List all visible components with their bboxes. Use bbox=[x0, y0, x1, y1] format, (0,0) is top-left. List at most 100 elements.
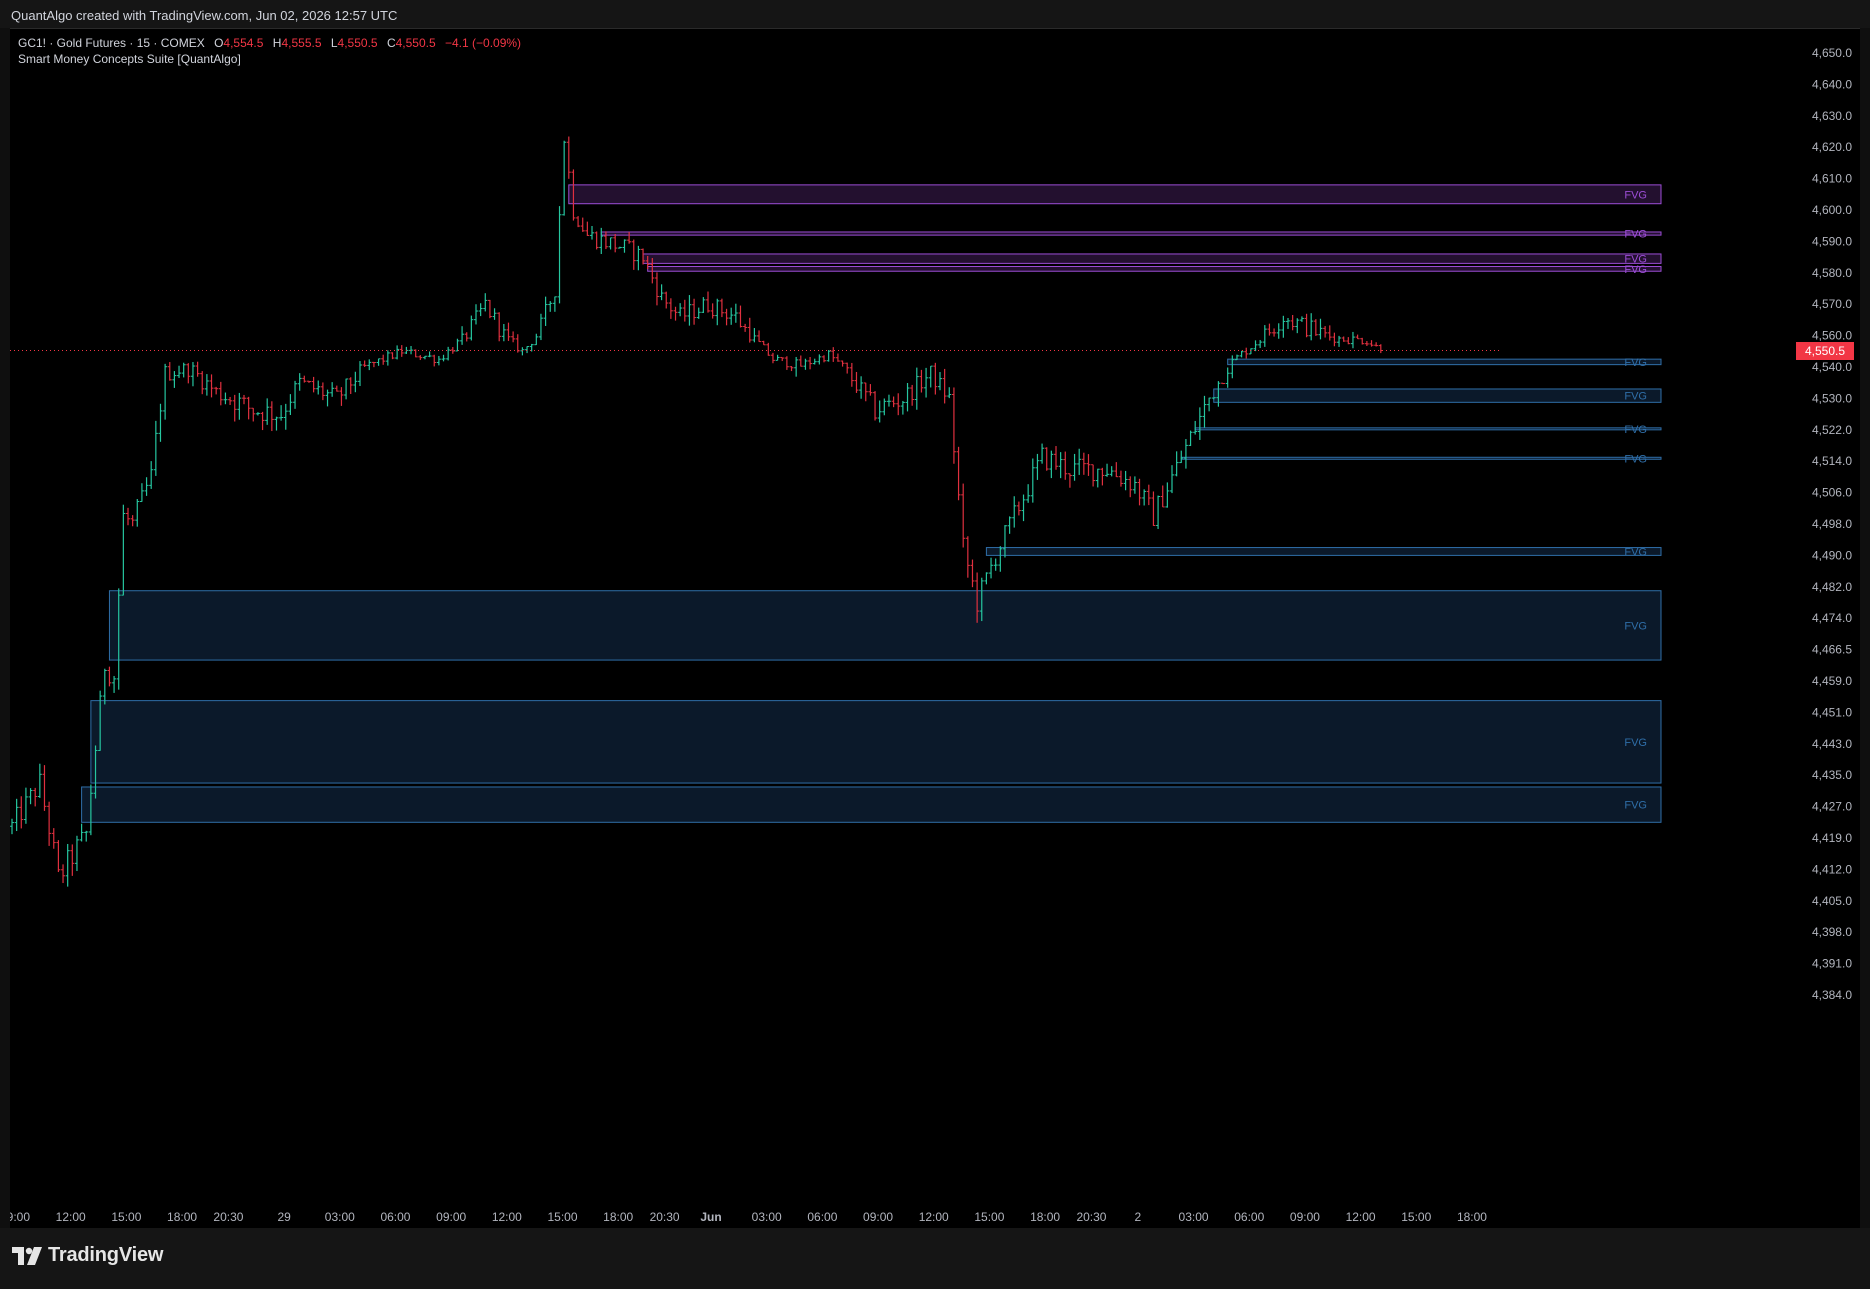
y-tick-label: 4,384.0 bbox=[1812, 988, 1852, 1002]
y-tick-label: 4,435.0 bbox=[1812, 768, 1852, 782]
x-tick-label: 15:00 bbox=[1401, 1210, 1431, 1224]
tradingview-logo-icon bbox=[12, 1246, 42, 1265]
y-tick-label: 4,427.0 bbox=[1812, 800, 1852, 814]
indicator-row: Smart Money Concepts Suite [QuantAlgo] bbox=[18, 51, 521, 67]
x-tick-label: 15:00 bbox=[111, 1210, 141, 1224]
fvg-label: FVG bbox=[1624, 737, 1647, 749]
last-price-tag: 4,550.5 bbox=[1796, 341, 1854, 360]
y-tick-label: 4,490.0 bbox=[1812, 548, 1852, 562]
x-tick-label: 09:00 bbox=[436, 1210, 466, 1224]
y-tick-label: 4,514.0 bbox=[1812, 454, 1852, 468]
top-bar: QuantAlgo created with TradingView.com, … bbox=[0, 0, 1870, 28]
change-value: −4.1 (−0.09%) bbox=[445, 36, 522, 50]
y-tick-label: 4,650.0 bbox=[1812, 46, 1852, 60]
tradingview-logo[interactable]: TradingView bbox=[12, 1244, 163, 1267]
fvg-label: FVG bbox=[1624, 546, 1647, 558]
fvg-label: FVG bbox=[1624, 357, 1647, 369]
fvg-label: FVG bbox=[1624, 391, 1647, 403]
indicator-name[interactable]: Smart Money Concepts Suite [QuantAlgo] bbox=[18, 52, 241, 66]
open-label: O bbox=[214, 36, 224, 50]
x-tick-label: 03:00 bbox=[752, 1210, 782, 1224]
close-label: C bbox=[386, 36, 396, 50]
fvg-zone bbox=[647, 266, 1662, 272]
x-tick-label: 06:00 bbox=[1234, 1210, 1264, 1224]
x-tick-label: 09:00 bbox=[10, 1210, 30, 1224]
x-tick-label: 2 bbox=[1135, 1210, 1142, 1224]
y-tick-label: 4,590.0 bbox=[1812, 234, 1852, 248]
y-tick-label: 4,640.0 bbox=[1812, 77, 1852, 91]
fvg-zone bbox=[90, 700, 1662, 784]
open-value: 4,554.5 bbox=[223, 36, 264, 50]
fvg-zone bbox=[600, 231, 1662, 236]
x-tick-label: 20:30 bbox=[1076, 1210, 1106, 1224]
tradingview-brand-text: TradingView bbox=[48, 1244, 164, 1266]
fvg-label: FVG bbox=[1624, 229, 1647, 241]
x-tick-label: 18:00 bbox=[603, 1210, 633, 1224]
y-tick-label: 4,610.0 bbox=[1812, 172, 1852, 186]
x-tick-label: 12:00 bbox=[492, 1210, 522, 1224]
y-tick-label: 4,630.0 bbox=[1812, 109, 1852, 123]
fvg-zone bbox=[1180, 456, 1662, 460]
y-tick-label: 4,443.0 bbox=[1812, 737, 1852, 751]
y-tick-label: 4,466.5 bbox=[1812, 643, 1852, 657]
y-tick-label: 4,459.0 bbox=[1812, 674, 1852, 688]
fvg-label: FVG bbox=[1624, 264, 1647, 276]
y-tick-label: 4,398.0 bbox=[1812, 925, 1852, 939]
chart-area[interactable]: 4,650.0 4,640.0 4,630.0 4,620.0 4,610.0 4,600… bbox=[10, 28, 1860, 1229]
y-tick-label: 4,419.0 bbox=[1812, 831, 1852, 845]
x-tick-label: 18:00 bbox=[1457, 1210, 1487, 1224]
symbol-label[interactable]: GC1! · Gold Futures · 15 · COMEX bbox=[18, 36, 205, 50]
x-tick-label: 03:00 bbox=[325, 1210, 355, 1224]
fvg-zone bbox=[568, 184, 1662, 205]
y-tick-label: 4,412.0 bbox=[1812, 862, 1852, 876]
y-tick-label: 4,498.0 bbox=[1812, 517, 1852, 531]
y-tick-label: 4,560.0 bbox=[1812, 329, 1852, 343]
y-tick-label: 4,530.0 bbox=[1812, 391, 1852, 405]
ohlc-row: GC1! · Gold Futures · 15 · COMEX O4,554.… bbox=[18, 35, 521, 51]
fvg-label: FVG bbox=[1624, 424, 1647, 436]
fvg-zone bbox=[81, 786, 1662, 823]
fvg-zone bbox=[985, 547, 1662, 556]
credit-text: QuantAlgo created with TradingView.com, … bbox=[11, 8, 398, 23]
x-tick-label: 06:00 bbox=[807, 1210, 837, 1224]
y-tick-label: 4,570.0 bbox=[1812, 297, 1852, 311]
x-tick-label: 12:00 bbox=[919, 1210, 949, 1224]
y-tick-label: 4,620.0 bbox=[1812, 140, 1852, 154]
fvg-label: FVG bbox=[1624, 620, 1647, 632]
fvg-label: FVG bbox=[1624, 800, 1647, 812]
x-tick-label: 09:00 bbox=[863, 1210, 893, 1224]
low-value: 4,550.5 bbox=[337, 36, 378, 50]
y-tick-label: 4,580.0 bbox=[1812, 266, 1852, 280]
y-tick-label: 4,540.0 bbox=[1812, 360, 1852, 374]
y-tick-label: 4,474.0 bbox=[1812, 611, 1852, 625]
fvg-zone bbox=[1194, 427, 1662, 431]
fvg-label: FVG bbox=[1624, 453, 1647, 465]
x-tick-label: Jun bbox=[700, 1210, 721, 1224]
x-tick-label: 20:30 bbox=[213, 1210, 243, 1224]
chart-legend: GC1! · Gold Futures · 15 · COMEX O4,554.… bbox=[18, 35, 521, 67]
x-tick-label: 03:00 bbox=[1179, 1210, 1209, 1224]
high-value: 4,555.5 bbox=[281, 36, 322, 50]
y-tick-label: 4,522.0 bbox=[1812, 423, 1852, 437]
y-tick-label: 4,506.0 bbox=[1812, 486, 1852, 500]
y-tick-label: 4,600.0 bbox=[1812, 203, 1852, 217]
y-tick-label: 4,482.0 bbox=[1812, 580, 1852, 594]
x-tick-label: 29 bbox=[277, 1210, 291, 1224]
fvg-zone bbox=[642, 253, 1662, 264]
x-tick-label: 18:00 bbox=[167, 1210, 197, 1224]
x-tick-label: 06:00 bbox=[380, 1210, 410, 1224]
x-tick-label: 20:30 bbox=[650, 1210, 680, 1224]
y-tick-label: 4,405.0 bbox=[1812, 894, 1852, 908]
y-tick-label: 4,391.0 bbox=[1812, 957, 1852, 971]
fvg-zone bbox=[1227, 358, 1662, 366]
x-tick-label: 18:00 bbox=[1030, 1210, 1060, 1224]
x-tick-label: 15:00 bbox=[548, 1210, 578, 1224]
footer: TradingView bbox=[0, 1228, 1870, 1289]
low-label: L bbox=[330, 36, 338, 50]
y-tick-label: 4,451.0 bbox=[1812, 705, 1852, 719]
candlestick-chart[interactable]: 4,650.0 4,640.0 4,630.0 4,620.0 4,610.0 4,600… bbox=[10, 29, 1860, 1229]
x-tick-label: 12:00 bbox=[1346, 1210, 1376, 1224]
close-value: 4,550.5 bbox=[395, 36, 436, 50]
fvg-label: FVG bbox=[1624, 189, 1647, 201]
x-tick-label: 15:00 bbox=[974, 1210, 1004, 1224]
